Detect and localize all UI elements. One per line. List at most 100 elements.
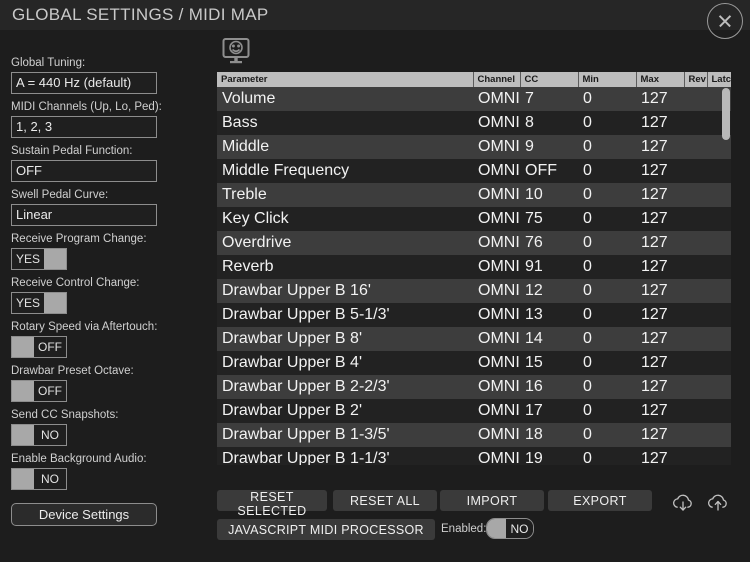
column-header-latch[interactable]: Latch xyxy=(707,72,731,87)
cell-cc: 10 xyxy=(520,183,578,207)
cell-channel: OMNI xyxy=(473,303,520,327)
js-enabled-toggle[interactable]: NO xyxy=(486,518,534,539)
cell-channel: OMNI xyxy=(473,183,520,207)
table-row[interactable]: Drawbar Upper B 1-1/3' OMNI 19 0 127 xyxy=(217,447,731,465)
settings-toggle[interactable]: OFF xyxy=(11,336,67,358)
cell-min: 0 xyxy=(578,135,636,159)
column-header-max[interactable]: Max xyxy=(636,72,685,87)
settings-text-input[interactable]: A = 440 Hz (default) xyxy=(11,72,157,94)
cell-rev xyxy=(684,447,707,465)
cell-channel: OMNI xyxy=(473,87,520,111)
cell-max: 127 xyxy=(636,279,684,303)
column-header-parameter[interactable]: Parameter xyxy=(217,72,474,87)
settings-toggle[interactable]: NO xyxy=(11,424,67,446)
settings-text-input[interactable]: Linear xyxy=(11,204,157,226)
settings-field: Drawbar Preset Octave: OFF xyxy=(11,365,157,402)
table-row[interactable]: Middle OMNI 9 0 127 xyxy=(217,135,731,159)
settings-field-label: MIDI Channels (Up, Lo, Ped): xyxy=(11,101,162,113)
table-row[interactable]: Drawbar Upper B 8' OMNI 14 0 127 xyxy=(217,327,731,351)
settings-toggle[interactable]: YES xyxy=(11,248,67,270)
settings-field: Send CC Snapshots: NO xyxy=(11,409,157,446)
table-row[interactable]: Volume OMNI 7 0 127 xyxy=(217,87,731,111)
cell-cc: 15 xyxy=(520,351,578,375)
cell-parameter: Drawbar Upper B 1-1/3' xyxy=(217,447,473,465)
settings-toggle-knob xyxy=(12,425,34,445)
cell-channel: OMNI xyxy=(473,399,520,423)
table-row[interactable]: Drawbar Upper B 2-2/3' OMNI 16 0 127 xyxy=(217,375,731,399)
cell-parameter: Bass xyxy=(217,111,473,135)
table-row[interactable]: Middle Frequency OMNI OFF 0 127 xyxy=(217,159,731,183)
table-row[interactable]: Bass OMNI 8 0 127 xyxy=(217,111,731,135)
cloud-download-icon[interactable] xyxy=(670,492,696,512)
settings-toggle[interactable]: OFF xyxy=(11,380,67,402)
table-row[interactable]: Drawbar Upper B 5-1/3' OMNI 13 0 127 xyxy=(217,303,731,327)
js-enabled-label: Enabled: xyxy=(441,523,487,535)
cell-channel: OMNI xyxy=(473,279,520,303)
table-row[interactable]: Treble OMNI 10 0 127 xyxy=(217,183,731,207)
cloud-upload-icon[interactable] xyxy=(705,492,731,512)
cell-cc: 9 xyxy=(520,135,578,159)
column-header-min[interactable]: Min xyxy=(578,72,637,87)
device-settings-button[interactable]: Device Settings xyxy=(11,503,157,526)
table-scrollbar-thumb[interactable] xyxy=(722,88,730,140)
cell-cc: 76 xyxy=(520,231,578,255)
import-button[interactable]: IMPORT xyxy=(440,490,544,511)
settings-toggle[interactable]: YES xyxy=(11,292,67,314)
cell-parameter: Volume xyxy=(217,87,473,111)
cell-min: 0 xyxy=(578,303,636,327)
settings-text-input[interactable]: OFF xyxy=(11,160,157,182)
cell-min: 0 xyxy=(578,183,636,207)
cell-channel: OMNI xyxy=(473,327,520,351)
table-row[interactable]: Drawbar Upper B 4' OMNI 15 0 127 xyxy=(217,351,731,375)
column-header-channel[interactable]: Channel xyxy=(473,72,521,87)
settings-field-label: Global Tuning: xyxy=(11,57,86,69)
cell-rev xyxy=(684,351,707,375)
settings-toggle[interactable]: NO xyxy=(11,468,67,490)
cell-rev xyxy=(684,399,707,423)
table-row[interactable]: Reverb OMNI 91 0 127 xyxy=(217,255,731,279)
reset-selected-button[interactable]: RESET SELECTED xyxy=(217,490,327,518)
cell-channel: OMNI xyxy=(473,255,520,279)
global-settings-window: GLOBAL SETTINGS / MIDI MAP Global Tuning… xyxy=(0,0,750,562)
settings-toggle-knob xyxy=(12,381,34,401)
cell-max: 127 xyxy=(636,303,684,327)
midi-map-table: Parameter Channel CC Min Max Rev Latch L… xyxy=(217,72,731,465)
cell-parameter: Middle xyxy=(217,135,473,159)
reset-all-button[interactable]: RESET ALL xyxy=(333,490,437,511)
monitor-face-icon[interactable] xyxy=(221,36,251,66)
cell-max: 127 xyxy=(636,447,684,465)
settings-field: MIDI Channels (Up, Lo, Ped): 1, 2, 3 xyxy=(11,101,162,138)
cell-max: 127 xyxy=(636,183,684,207)
column-header-cc[interactable]: CC xyxy=(520,72,579,87)
cell-max: 127 xyxy=(636,87,684,111)
table-row[interactable]: Drawbar Upper B 16' OMNI 12 0 127 xyxy=(217,279,731,303)
cell-cc: 17 xyxy=(520,399,578,423)
javascript-midi-processor-button[interactable]: JAVASCRIPT MIDI PROCESSOR xyxy=(217,519,435,540)
close-icon[interactable] xyxy=(707,3,743,39)
midi-map-table-container[interactable]: Parameter Channel CC Min Max Rev Latch L… xyxy=(217,72,731,465)
cell-min: 0 xyxy=(578,375,636,399)
cell-rev xyxy=(684,111,707,135)
cell-channel: OMNI xyxy=(473,375,520,399)
table-row[interactable]: Key Click OMNI 75 0 127 xyxy=(217,207,731,231)
cell-parameter: Reverb xyxy=(217,255,473,279)
cell-max: 127 xyxy=(636,399,684,423)
cell-channel: OMNI xyxy=(473,111,520,135)
settings-field-label: Swell Pedal Curve: xyxy=(11,189,109,201)
table-row[interactable]: Overdrive OMNI 76 0 127 xyxy=(217,231,731,255)
column-header-rev[interactable]: Rev xyxy=(684,72,708,87)
cell-max: 127 xyxy=(636,231,684,255)
table-row[interactable]: Drawbar Upper B 2' OMNI 17 0 127 xyxy=(217,399,731,423)
settings-field: Receive Control Change: YES xyxy=(11,277,157,314)
settings-text-input[interactable]: 1, 2, 3 xyxy=(11,116,157,138)
export-button[interactable]: EXPORT xyxy=(548,490,652,511)
cell-parameter: Drawbar Upper B 2-2/3' xyxy=(217,375,473,399)
settings-field-label: Enable Background Audio: xyxy=(11,453,147,465)
cell-min: 0 xyxy=(578,87,636,111)
settings-toggle-knob xyxy=(12,337,34,357)
cell-min: 0 xyxy=(578,351,636,375)
table-row[interactable]: Drawbar Upper B 1-3/5' OMNI 18 0 127 xyxy=(217,423,731,447)
cell-min: 0 xyxy=(578,255,636,279)
cell-cc: 7 xyxy=(520,87,578,111)
table-scrollbar[interactable] xyxy=(722,88,730,463)
